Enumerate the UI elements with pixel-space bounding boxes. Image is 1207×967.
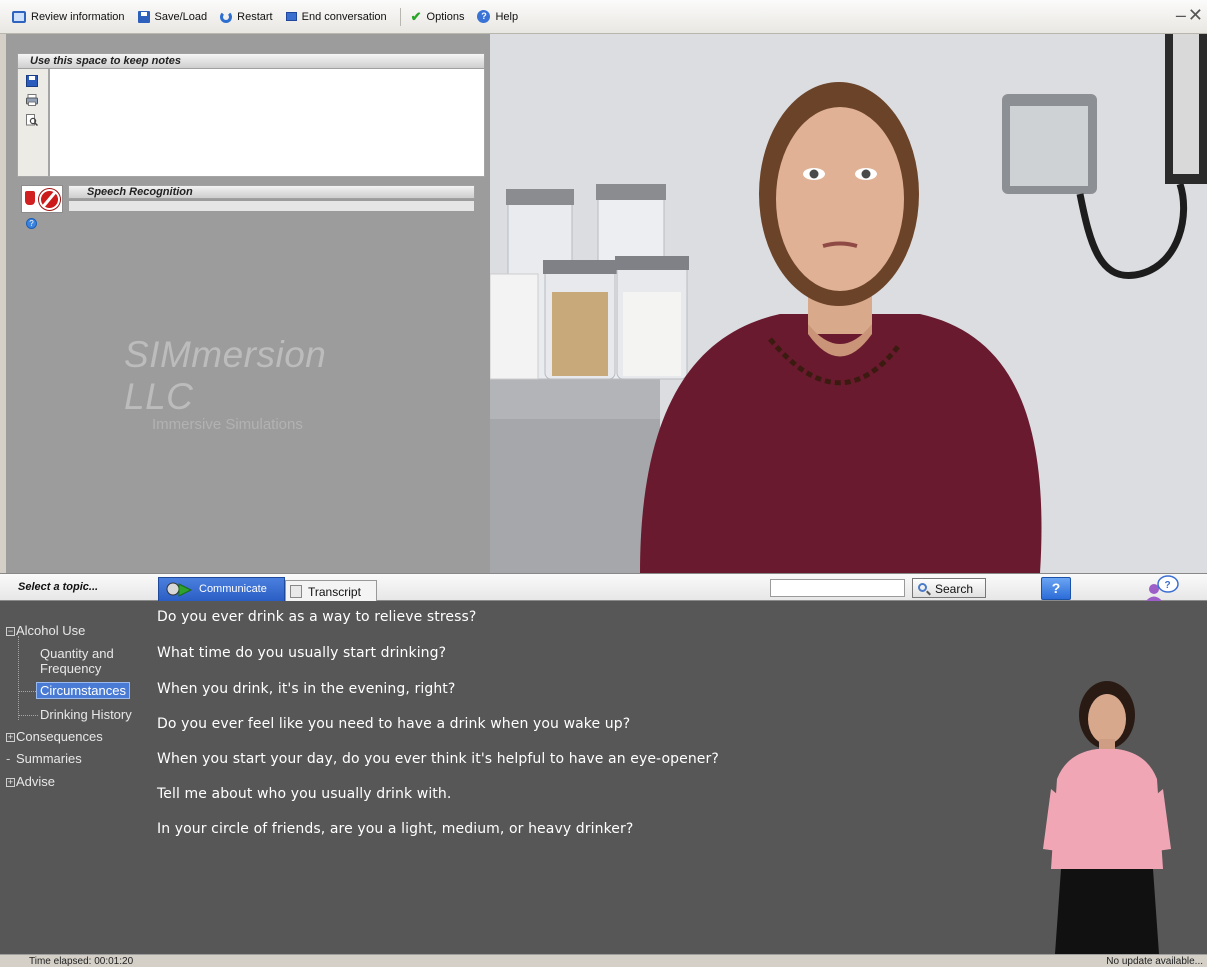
notes-toolbar xyxy=(17,69,49,177)
help-menu[interactable]: ? Help xyxy=(477,10,518,23)
review-information-menu[interactable]: Review information xyxy=(12,10,125,23)
tree-dash: - xyxy=(6,751,11,766)
help-button[interactable]: ? xyxy=(1041,577,1071,600)
end-icon xyxy=(285,12,297,21)
question-option[interactable]: When you drink, it's in the evening, rig… xyxy=(157,681,455,697)
communicate-panel: − Alcohol Use Quantity and Frequency Circ… xyxy=(0,601,1207,954)
save-load-label: Save/Load xyxy=(154,10,208,23)
time-elapsed: Time elapsed: 00:01:20 xyxy=(29,956,134,967)
print-icon[interactable] xyxy=(26,94,38,106)
logo-main-text: SIMmersion LLC xyxy=(124,334,327,417)
topic-circumstances[interactable]: Circumstances xyxy=(36,682,130,699)
left-panel: Use this space to keep notes Speech Reco… xyxy=(6,34,490,573)
help-icon: ? xyxy=(477,10,491,23)
options-menu[interactable]: ✔ Options xyxy=(411,9,465,25)
topic-advise[interactable]: + Advise xyxy=(6,774,55,789)
question-option[interactable]: What time do you usually start drinking? xyxy=(157,645,446,661)
communicate-icon xyxy=(166,582,193,597)
svg-text:?: ? xyxy=(1165,580,1171,591)
topic-consequences-label: Consequences xyxy=(16,729,103,744)
guide-agent xyxy=(1043,681,1171,954)
search-button[interactable]: Search xyxy=(912,578,986,598)
tree-connector xyxy=(18,691,38,692)
topic-quantity-frequency[interactable]: Quantity and Frequency xyxy=(40,646,114,676)
options-label: Options xyxy=(426,10,465,23)
restart-label: Restart xyxy=(237,10,273,23)
topic-drinking-history[interactable]: Drinking History xyxy=(40,707,132,722)
disabled-icon xyxy=(39,189,60,210)
simmersion-logo: SIMmersion LLC Immersive Simulations xyxy=(124,334,384,433)
topic-toolbar: Select a topic... Communicate Transcript… xyxy=(0,573,1207,602)
question-option[interactable]: Do you ever feel like you need to have a… xyxy=(157,716,630,732)
question-option[interactable]: When you start your day, do you ever thi… xyxy=(157,751,719,767)
speech-recognition-header: Speech Recognition xyxy=(68,185,475,199)
check-icon: ✔ xyxy=(410,8,422,24)
select-topic-label: Select a topic... xyxy=(18,581,99,593)
patient-video xyxy=(490,34,1207,573)
expand-icon: + xyxy=(6,777,15,787)
agent-help-icon[interactable]: ? xyxy=(1140,575,1180,602)
topic-frequency-label: Frequency xyxy=(40,661,102,676)
tab-transcript[interactable]: Transcript xyxy=(285,580,377,602)
update-status: No update available... xyxy=(1106,956,1203,967)
search-button-label: Search xyxy=(935,582,974,596)
topic-advise-label: Advise xyxy=(16,774,56,789)
patient-video-frame xyxy=(490,34,1207,573)
preview-icon[interactable] xyxy=(26,114,38,126)
question-option[interactable]: Do you ever drink as a way to relieve st… xyxy=(157,609,476,625)
book-icon xyxy=(12,10,26,23)
help-label: Help xyxy=(495,10,519,23)
topic-consequences[interactable]: + Consequences xyxy=(6,729,103,744)
topic-summaries[interactable]: - Summaries xyxy=(6,751,82,766)
menu-separator xyxy=(399,7,401,26)
search-icon xyxy=(918,583,927,592)
topic-summaries-label: Summaries xyxy=(16,751,82,766)
question-option[interactable]: Tell me about who you usually drink with… xyxy=(157,786,451,802)
review-information-label: Review information xyxy=(31,10,125,23)
tab-communicate-label: Communicate xyxy=(199,583,267,595)
save-load-menu[interactable]: Save/Load xyxy=(137,10,208,23)
search-input[interactable] xyxy=(770,579,905,597)
microphone-icon xyxy=(25,191,35,205)
simulation-window: Review information Save/Load Restart End… xyxy=(0,0,1207,967)
minimize-icon[interactable]: – xyxy=(1176,5,1186,25)
disk-icon xyxy=(137,10,150,23)
collapse-icon: − xyxy=(6,626,15,636)
status-bar: Time elapsed: 00:01:20 No update availab… xyxy=(0,954,1207,967)
speech-help-icon[interactable]: ? xyxy=(26,218,37,229)
tree-connector xyxy=(18,636,19,720)
tree-connector xyxy=(18,715,38,716)
tab-transcript-label: Transcript xyxy=(308,585,361,599)
restart-menu[interactable]: Restart xyxy=(220,10,273,23)
topic-alcohol-use[interactable]: − Alcohol Use xyxy=(6,623,85,638)
notes-textarea[interactable] xyxy=(49,69,485,177)
topic-alcohol-use-label: Alcohol Use xyxy=(16,623,86,638)
notes-header: Use this space to keep notes xyxy=(17,53,485,69)
transcript-icon xyxy=(290,585,302,598)
end-conversation-label: End conversation xyxy=(301,10,387,23)
topic-quantity-label: Quantity and xyxy=(40,646,114,661)
tab-communicate[interactable]: Communicate xyxy=(158,577,285,602)
speech-recognition-toggle[interactable] xyxy=(21,185,63,213)
restart-icon xyxy=(220,10,233,23)
save-icon[interactable] xyxy=(26,75,38,87)
window-controls: – ✕ xyxy=(1174,5,1203,26)
expand-icon: + xyxy=(6,732,15,742)
logo-sub-text: Immersive Simulations xyxy=(152,416,303,433)
end-conversation-menu[interactable]: End conversation xyxy=(285,10,387,23)
close-icon[interactable]: ✕ xyxy=(1188,5,1203,25)
menubar: Review information Save/Load Restart End… xyxy=(0,0,1207,34)
speech-level-bar xyxy=(68,200,475,212)
question-option[interactable]: In your circle of friends, are you a lig… xyxy=(157,821,633,837)
